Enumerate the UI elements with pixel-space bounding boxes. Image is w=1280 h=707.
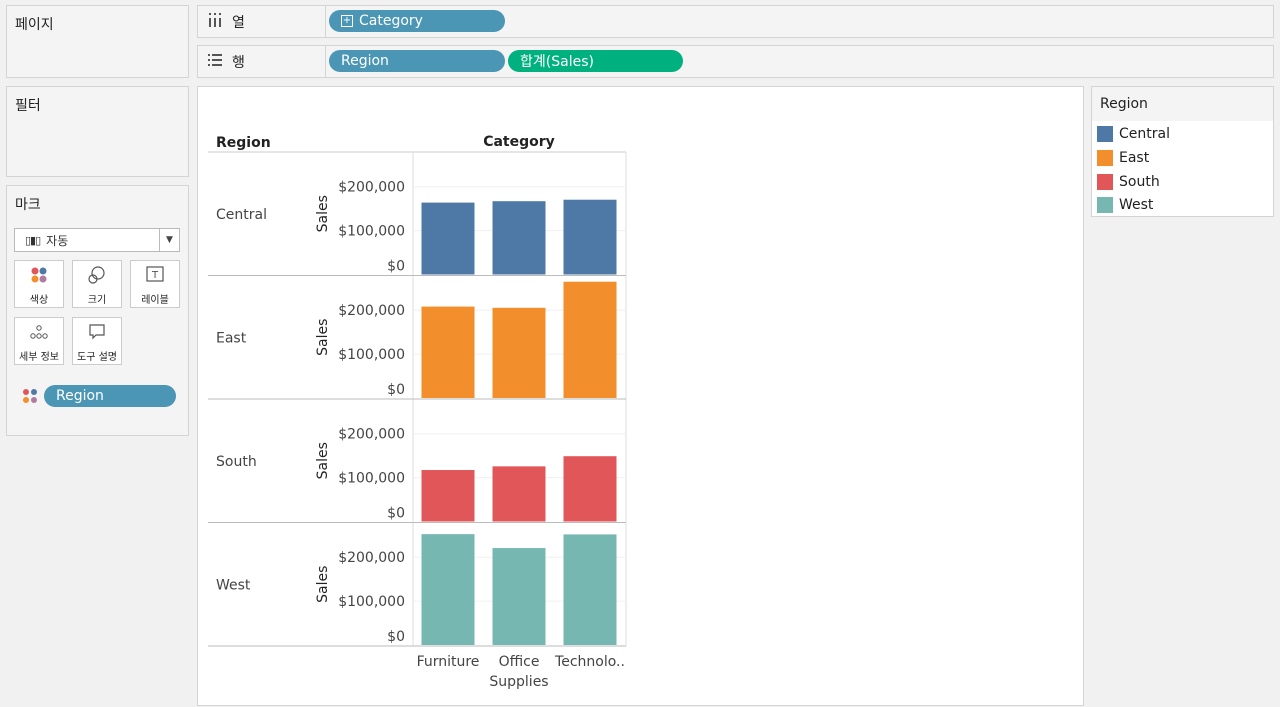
filters-panel[interactable]: 필터 [6, 86, 189, 177]
mark-color-button[interactable]: 색상 [14, 260, 64, 308]
legend-swatch [1097, 174, 1113, 190]
y-tick-label: $100,000 [338, 594, 405, 610]
y-tick-label: $200,000 [338, 550, 405, 566]
y-tick-label: $200,000 [338, 303, 405, 319]
bar-central-1 [421, 202, 475, 275]
marks-region-pill[interactable]: Region [44, 385, 176, 407]
bar-east-1 [421, 306, 475, 398]
y-axis-title: Sales [315, 442, 331, 479]
expand-icon[interactable]: + [341, 15, 353, 27]
pages-panel: 페이지 [6, 5, 189, 78]
y-tick-label: $0 [387, 382, 405, 398]
bar-west-3 [563, 534, 617, 645]
chevron-down-icon[interactable]: ▼ [159, 229, 179, 251]
mark-detail-label: 세부 정보 [19, 352, 59, 363]
y-tick-label: $0 [387, 259, 405, 275]
x-tick-label: Office [499, 654, 540, 670]
rows-shelf-label: 행 [198, 46, 326, 77]
legend-item-south[interactable]: South [1097, 173, 1160, 191]
mark-size-button[interactable]: 크기 [72, 260, 122, 308]
bar-chart-icon: ▯▮▯ [25, 233, 41, 247]
rows-sales-pill-label: 합계(Sales) [520, 54, 594, 70]
row-label-west: West [216, 577, 251, 593]
y-tick-label: $0 [387, 506, 405, 522]
bar-east-2 [492, 307, 546, 398]
x-tick-label: Supplies [489, 674, 548, 690]
y-axis-title: Sales [315, 195, 331, 232]
detail-icon [15, 322, 63, 348]
bar-west-1 [421, 534, 475, 645]
row-header: Region [216, 135, 271, 151]
rows-region-pill-label: Region [341, 53, 389, 69]
columns-shelf-label: 열 [198, 6, 326, 37]
bar-chart: Region Category $0 $100,000 $200,000 Central S… [208, 134, 627, 690]
columns-icon [206, 12, 224, 31]
pages-title: 페이지 [15, 17, 54, 33]
mark-tooltip-label: 도구 설명 [77, 352, 117, 363]
marks-title: 마크 [15, 197, 41, 213]
row-label-central: Central [216, 207, 267, 223]
legend-item-central[interactable]: Central [1097, 125, 1170, 143]
legend-swatch [1097, 150, 1113, 166]
legend-title: Region [1092, 87, 1273, 121]
label-icon: T [131, 265, 179, 291]
mark-size-label: 크기 [87, 295, 107, 306]
y-tick-label: $100,000 [338, 471, 405, 487]
x-tick-label: Furniture [417, 654, 480, 670]
mark-type-dropdown[interactable]: ▯▮▯ 자동 ▼ [14, 228, 180, 252]
y-axis-title: Sales [315, 319, 331, 356]
mark-color-label: 색상 [29, 295, 49, 306]
y-tick-label: $100,000 [338, 224, 405, 240]
row-label-south: South [216, 454, 257, 470]
legend-label: South [1119, 174, 1160, 190]
color-dots-icon [22, 387, 38, 409]
rows-label: 행 [232, 54, 245, 71]
legend-label: East [1119, 150, 1150, 166]
rows-sales-pill[interactable]: 합계(Sales) [508, 50, 683, 72]
y-axis-title: Sales [315, 566, 331, 603]
bar-south-3 [563, 456, 617, 522]
mark-type-label: 자동 [46, 233, 69, 248]
bar-east-3 [563, 281, 617, 398]
view-area: Region Category $0 $100,000 $200,000 Central S… [197, 86, 1084, 706]
rows-region-pill[interactable]: Region [329, 50, 505, 72]
y-tick-label: $200,000 [338, 427, 405, 443]
bar-south-2 [492, 466, 546, 522]
y-tick-label: $0 [387, 629, 405, 645]
x-tick-label: Technolo.. [554, 654, 625, 670]
y-tick-label: $100,000 [338, 347, 405, 363]
color-legend: Region Central East South West [1091, 86, 1274, 217]
bar-central-2 [492, 201, 546, 275]
legend-swatch [1097, 197, 1113, 213]
columns-category-pill[interactable]: + Category [329, 10, 505, 32]
rows-icon [206, 53, 224, 70]
tooltip-icon [73, 322, 121, 348]
mark-label-button[interactable]: T 레이블 [130, 260, 180, 308]
color-dots-icon [15, 265, 63, 291]
mark-detail-button[interactable]: 세부 정보 [14, 317, 64, 365]
size-icon [73, 265, 121, 291]
legend-swatch [1097, 126, 1113, 142]
svg-text:T: T [151, 270, 159, 281]
mark-label-label: 레이블 [141, 295, 169, 306]
legend-item-west[interactable]: West [1097, 196, 1153, 214]
bar-west-2 [492, 548, 546, 645]
bar-central-3 [563, 199, 617, 275]
mark-tooltip-button[interactable]: 도구 설명 [72, 317, 122, 365]
column-header: Category [483, 134, 555, 150]
bar-south-1 [421, 470, 475, 522]
row-label-east: East [216, 330, 247, 346]
columns-category-pill-label: Category [359, 13, 423, 29]
columns-label: 열 [232, 14, 245, 31]
y-tick-label: $200,000 [338, 180, 405, 196]
legend-label: Central [1119, 126, 1170, 142]
marks-region-pill-label: Region [56, 388, 104, 404]
filters-title: 필터 [15, 98, 41, 114]
legend-label: West [1119, 197, 1154, 213]
legend-item-east[interactable]: East [1097, 149, 1149, 167]
